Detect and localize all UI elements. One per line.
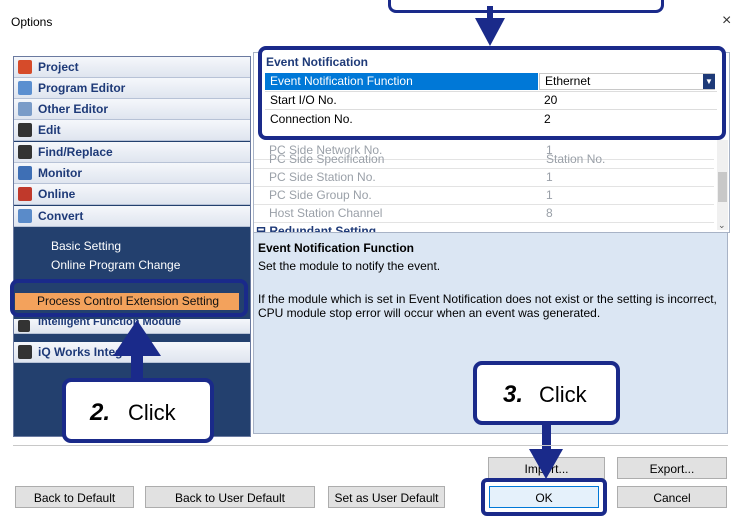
pce-highlight-frame — [10, 279, 248, 317]
iq-works-icon — [18, 345, 32, 359]
description-text: If the module which is set in Event Noti… — [258, 292, 717, 306]
program-editor-icon — [18, 81, 32, 95]
scroll-down-icon[interactable]: ⌄ — [718, 220, 726, 231]
back-to-user-default-button[interactable]: Back to User Default — [145, 486, 315, 508]
back-to-default-button[interactable]: Back to Default — [15, 486, 134, 508]
online-icon — [18, 187, 32, 201]
export-button[interactable]: Export... — [617, 457, 727, 479]
step-3-callout: 3. Click — [473, 361, 620, 425]
event-notification-highlight-frame — [258, 46, 726, 140]
tree-item-online[interactable]: Online — [14, 184, 250, 205]
divider — [13, 445, 728, 446]
close-icon[interactable]: × — [722, 12, 731, 30]
description-text: CPU module stop error will occur when an… — [258, 306, 601, 320]
tree-item-online-program-change[interactable]: Online Program Change — [51, 258, 180, 272]
other-editor-icon — [18, 102, 32, 116]
description-title: Event Notification Function — [258, 241, 414, 255]
tree-item-edit[interactable]: Edit — [14, 120, 250, 141]
grid-row[interactable]: PC Side Group No. 1 — [254, 186, 714, 205]
tree-item-basic-setting[interactable]: Basic Setting — [51, 239, 121, 253]
step-2-callout: 2. Click — [62, 378, 214, 443]
arrow-shaft — [542, 421, 551, 451]
cancel-button[interactable]: Cancel — [617, 486, 727, 508]
grid-row[interactable]: PC Side Station No. 1 — [254, 168, 714, 187]
tree-item-find-replace[interactable]: Find/Replace — [14, 142, 250, 163]
binoculars-icon — [18, 145, 32, 159]
tree-item-other-editor[interactable]: Other Editor — [14, 99, 250, 120]
scrollbar-thumb[interactable] — [718, 172, 727, 202]
down-arrow-icon — [529, 449, 563, 479]
down-arrow-icon — [475, 18, 505, 46]
window-title: Options — [11, 15, 53, 29]
top-callout-fragment — [388, 0, 664, 13]
tree-item-monitor[interactable]: Monitor — [14, 163, 250, 184]
intelligent-module-icon — [18, 320, 30, 332]
convert-icon — [18, 209, 32, 223]
monitor-icon — [18, 166, 32, 180]
set-as-user-default-button[interactable]: Set as User Default — [328, 486, 445, 508]
description-text: Set the module to notify the event. — [258, 259, 441, 273]
grid-row[interactable]: PC Side Specification Station No. — [254, 150, 714, 169]
tree-item-convert[interactable]: Convert — [14, 206, 250, 227]
project-icon — [18, 60, 32, 74]
up-arrow-icon — [113, 320, 161, 356]
tree-item-program-editor[interactable]: Program Editor — [14, 78, 250, 99]
grid-row[interactable]: Host Station Channel 8 — [254, 204, 714, 223]
edit-icon — [18, 123, 32, 137]
ok-button[interactable]: OK — [489, 486, 599, 508]
tree-item-project[interactable]: Project — [14, 57, 250, 78]
